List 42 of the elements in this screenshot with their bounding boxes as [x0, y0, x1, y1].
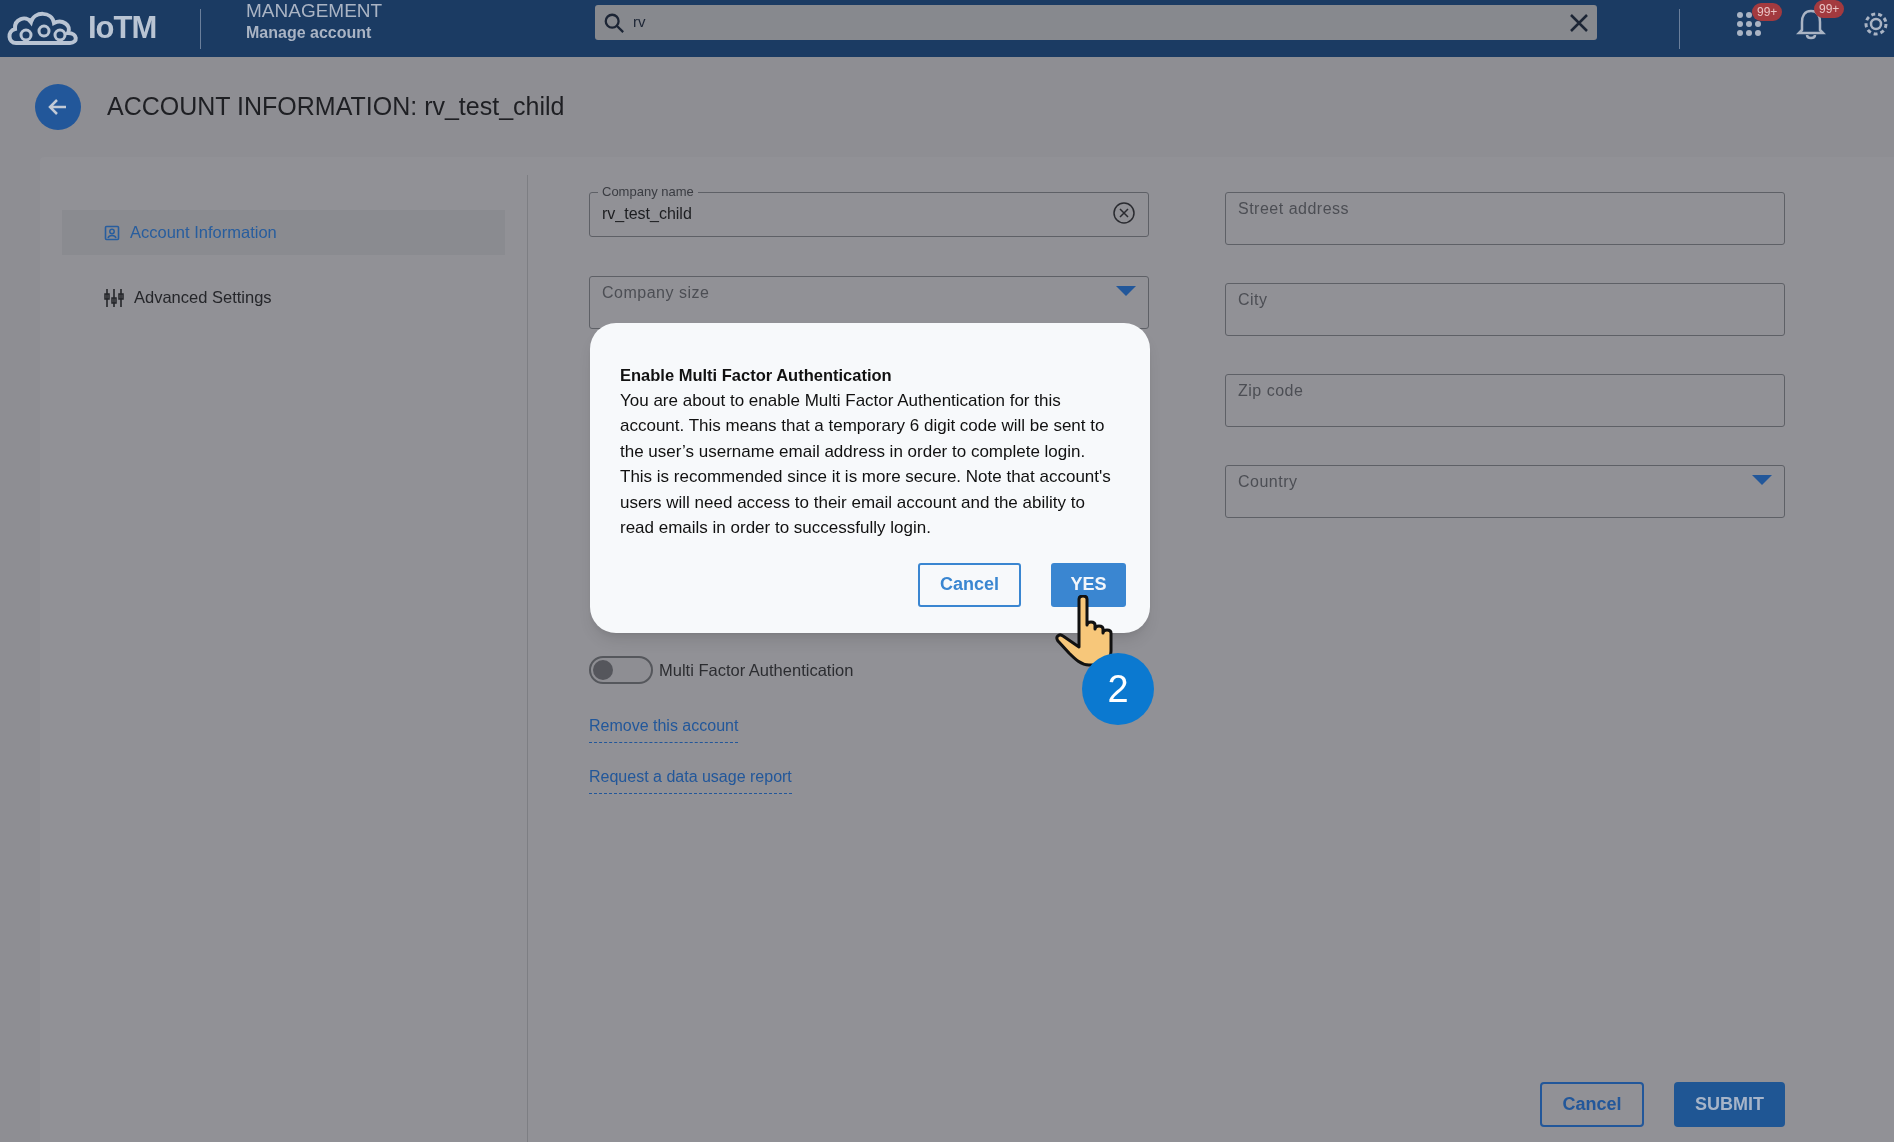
input-field[interactable]: Company name rv_test_child: [589, 184, 1149, 237]
toggle-label: Multi Factor Authentication: [659, 659, 854, 681]
search-field[interactable]: rv: [595, 5, 1597, 40]
input-field[interactable]: Zip code: [1225, 374, 1785, 427]
search-value: rv: [633, 12, 646, 33]
dialog-message: You are about to enable Multi Factor Authentication for this account. This means that a temporary 6 digit code will be sent to the user’s username email address in order to complete login. This is recommended since it is more secure. Note that account's users will need access to their email account and the ability to read emails in order to successfully login.: [620, 389, 1112, 540]
sidebar-label: Account Information: [130, 222, 277, 244]
field-placeholder: Street address: [1238, 199, 1350, 219]
text-link[interactable]: Remove this account: [589, 714, 739, 743]
cancel-button[interactable]: Cancel: [1540, 1082, 1644, 1127]
field-placeholder: Country: [1238, 472, 1298, 492]
back-button[interactable]: [35, 84, 81, 130]
dropdown-caret-icon: [1752, 475, 1772, 485]
logo-text: IoTM: [88, 9, 157, 48]
input-field[interactable]: Street address: [1225, 192, 1785, 245]
sidebar-label: Advanced Settings: [134, 287, 272, 309]
notification-badge: 99+: [1814, 0, 1845, 18]
close-icon[interactable]: [1569, 12, 1589, 33]
select-field[interactable]: Country: [1225, 465, 1785, 518]
field-label: Company name: [601, 184, 695, 200]
search-icon: [603, 11, 625, 34]
sidebar-item[interactable]: Advanced Settings: [62, 275, 505, 320]
page-title: ACCOUNT INFORMATION: rv_test_child: [107, 91, 565, 123]
text-link[interactable]: Request a data usage report: [589, 765, 792, 794]
submit-button[interactable]: SUBMIT: [1674, 1082, 1785, 1127]
field-placeholder: Company size: [602, 283, 710, 303]
section-title: MANAGEMENT: [246, 0, 384, 22]
yes-button[interactable]: YES: [1051, 562, 1126, 607]
cancel-button[interactable]: Cancel: [918, 562, 1021, 607]
notification-badge: 99+: [1752, 2, 1783, 21]
field-placeholder: Zip code: [1238, 381, 1304, 401]
clear-icon[interactable]: [1112, 201, 1136, 225]
dropdown-caret-icon: [1116, 286, 1136, 296]
dialog-title: Enable Multi Factor Authentication: [620, 365, 893, 386]
contact-card-icon: [104, 224, 120, 241]
section-subtitle: Manage account: [246, 22, 373, 43]
sidebar-item[interactable]: Account Information: [62, 210, 505, 255]
field-placeholder: City: [1238, 290, 1268, 310]
field-value: rv_test_child: [602, 204, 692, 224]
sliders-icon: [104, 288, 124, 307]
input-field[interactable]: City: [1225, 283, 1785, 336]
toggle-switch[interactable]: [589, 656, 653, 684]
